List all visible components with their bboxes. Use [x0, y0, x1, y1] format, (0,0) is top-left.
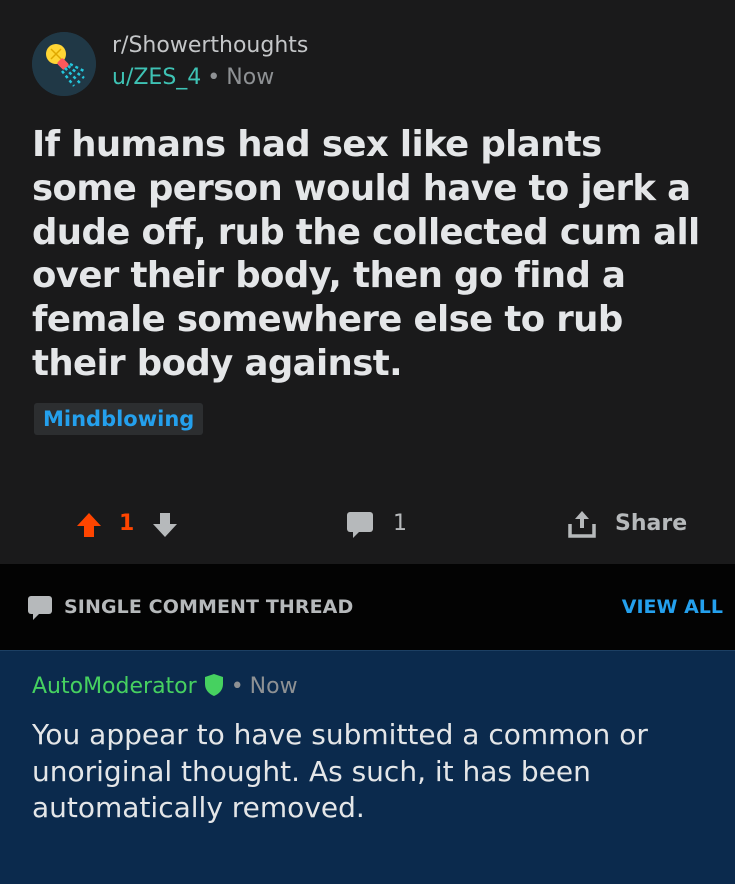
share-icon — [568, 511, 596, 538]
post-meta: u/ZES_4 • Now — [112, 64, 274, 92]
post-author[interactable]: u/ZES_4 — [112, 65, 201, 90]
post-title[interactable]: If humans had sex like plants some perso… — [32, 123, 712, 386]
meta-separator: • — [230, 674, 244, 699]
view-all-link[interactable]: VIEW ALL — [622, 592, 723, 622]
comment: AutoModerator • Now You appear to have su… — [0, 650, 735, 884]
share-button[interactable]: Share — [566, 507, 696, 541]
post-flair[interactable]: Mindblowing — [34, 403, 204, 435]
shield-icon — [204, 674, 223, 696]
post-card: r/Showerthoughts u/ZES_4 • Now If humans h… — [0, 0, 735, 564]
comment-body: You appear to have submitted a common or… — [32, 718, 648, 824]
single-comment-thread-bar: SINGLE COMMENT THREAD VIEW ALL — [0, 564, 735, 650]
meta-separator: • — [207, 65, 221, 90]
comment-bubble-icon — [347, 512, 373, 538]
lightbulb-shower-icon — [32, 32, 96, 96]
vote-score: 1 — [119, 511, 135, 536]
share-label: Share — [615, 511, 688, 536]
upvote-arrow-icon[interactable] — [74, 510, 104, 540]
comment-meta: AutoModerator • Now — [32, 673, 298, 701]
comment-bubble-icon — [28, 596, 52, 620]
downvote-arrow-icon[interactable] — [150, 510, 180, 540]
subreddit-name[interactable]: r/Showerthoughts — [112, 32, 308, 60]
post-action-bar: 1 1 Share — [0, 500, 735, 548]
comment-time: Now — [249, 674, 298, 699]
comment-count: 1 — [393, 511, 407, 536]
thread-label: SINGLE COMMENT THREAD — [64, 596, 354, 618]
post-time: Now — [226, 65, 275, 90]
subreddit-avatar[interactable] — [32, 32, 96, 96]
comment-author[interactable]: AutoModerator — [32, 674, 197, 699]
